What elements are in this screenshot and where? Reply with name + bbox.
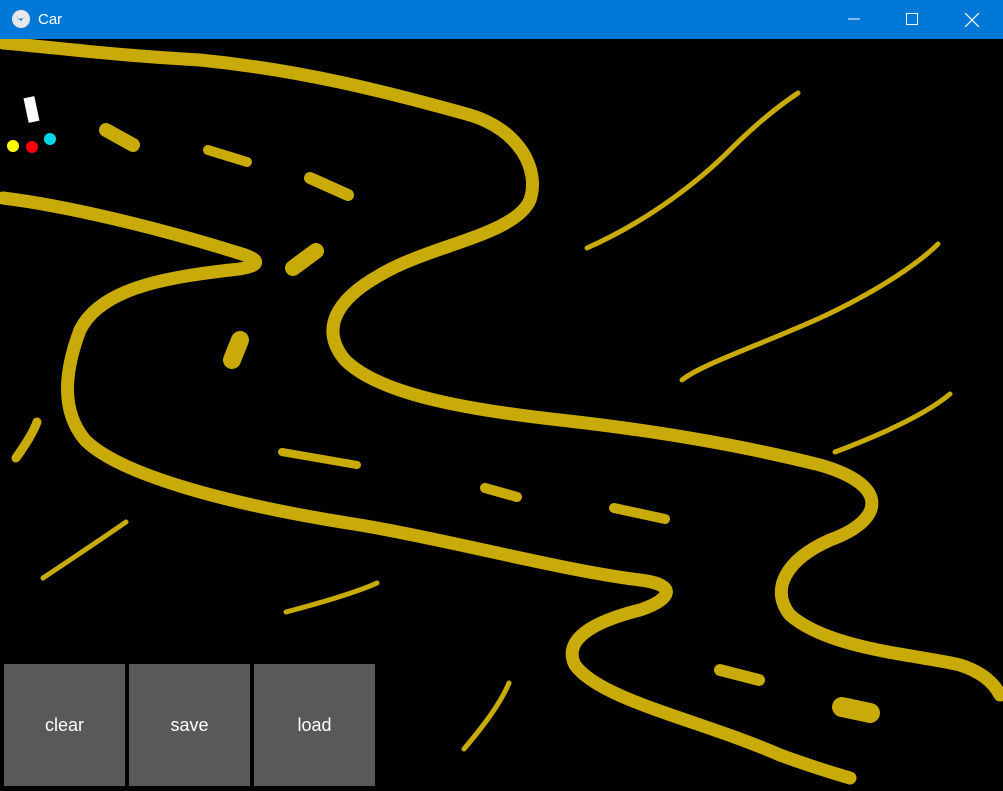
stray-stroke — [461, 680, 512, 752]
close-icon — [965, 13, 979, 27]
kivy-icon — [12, 10, 30, 28]
maximize-button[interactable] — [889, 0, 935, 39]
lane-dash — [480, 483, 522, 502]
sensor-left — [7, 140, 19, 152]
stray-stroke — [11, 417, 42, 463]
lane-dash — [285, 243, 324, 276]
sensor-right — [44, 133, 56, 145]
lane-dash — [99, 123, 140, 152]
stray-stroke — [679, 241, 941, 383]
stray-stroke — [832, 391, 953, 455]
sensor-center — [26, 141, 38, 153]
stray-stroke — [40, 519, 129, 581]
lane-dash — [223, 331, 249, 369]
minimize-button[interactable] — [831, 0, 877, 39]
road-edge-top — [0, 39, 1003, 702]
clear-button[interactable]: clear — [4, 664, 125, 786]
window-title: Car — [38, 11, 63, 28]
close-button[interactable] — [948, 0, 994, 39]
load-button[interactable]: load — [254, 664, 375, 786]
lane-dash — [832, 697, 880, 723]
lane-dash — [203, 145, 252, 167]
lane-dash — [304, 172, 354, 201]
maximize-icon — [906, 13, 918, 25]
lane-dash — [714, 664, 765, 686]
stray-stroke — [584, 90, 801, 251]
car — [23, 96, 40, 123]
minimize-icon — [848, 18, 860, 20]
lane-dash — [609, 503, 670, 524]
lane-dash — [278, 448, 361, 469]
title-bar: Car — [0, 0, 1003, 39]
save-button[interactable]: save — [129, 664, 250, 786]
stray-stroke — [283, 580, 380, 615]
